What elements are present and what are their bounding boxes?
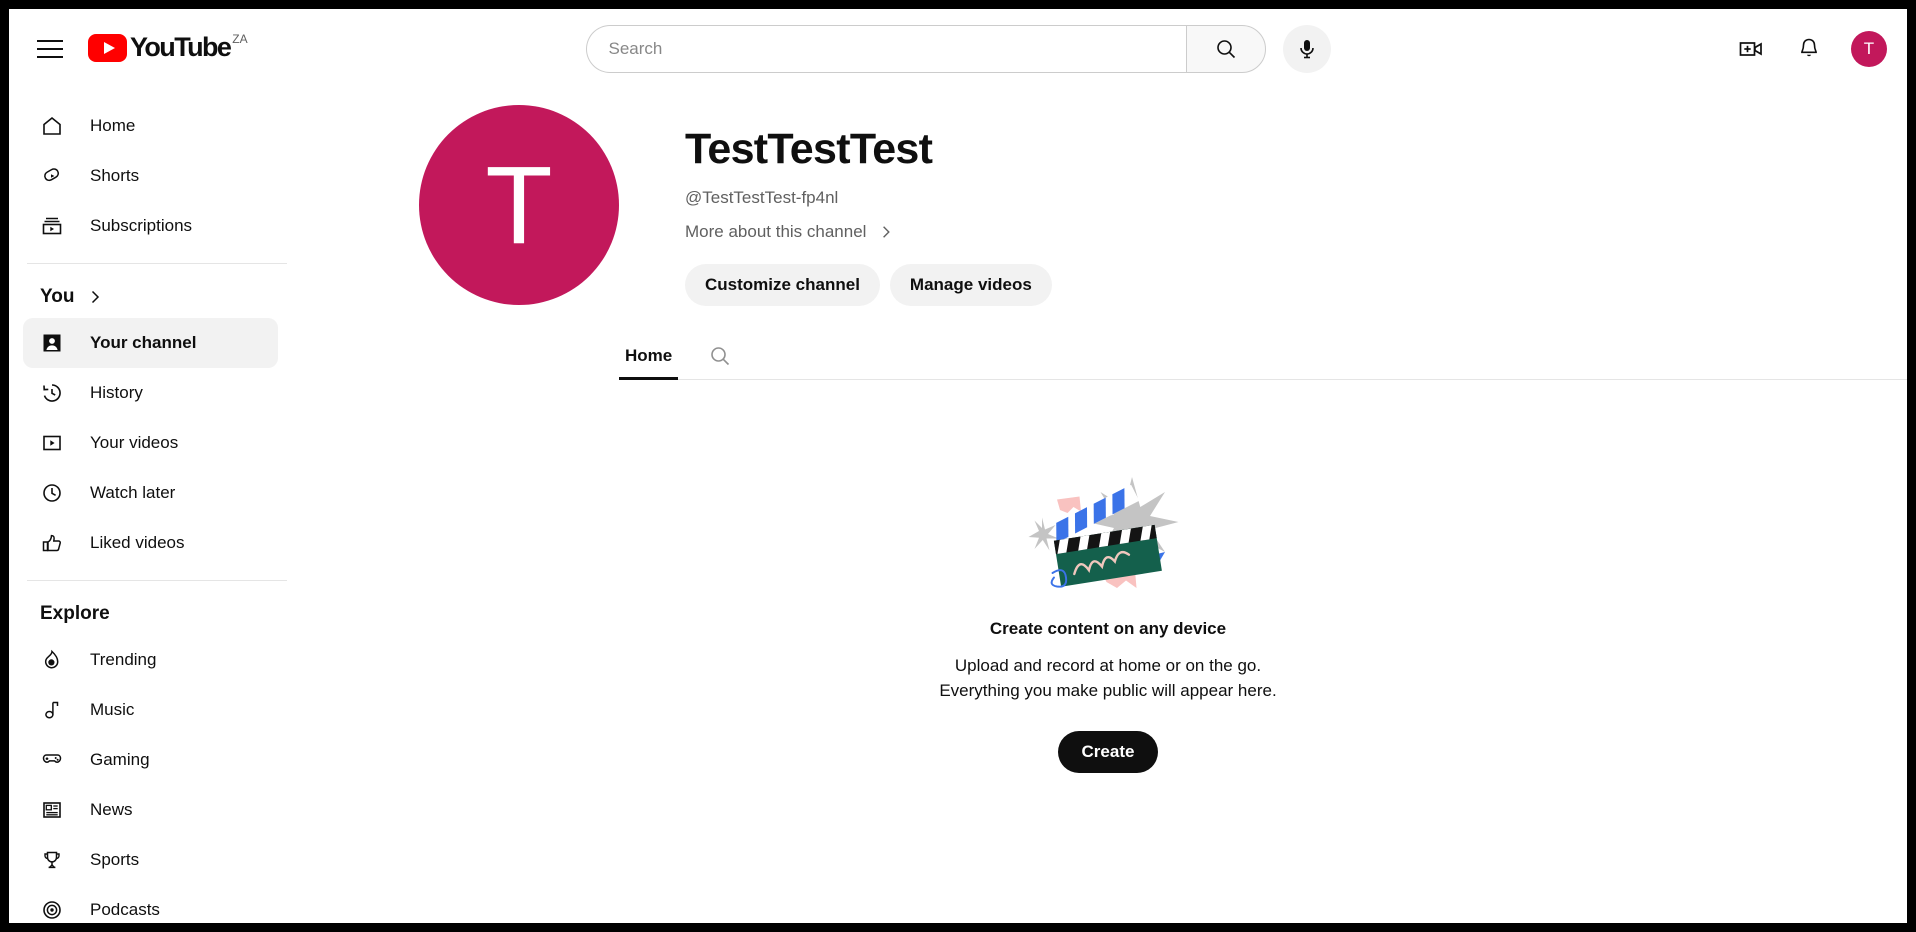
search-icon bbox=[1216, 40, 1235, 59]
channel-handle: @TestTestTest-fp4nl bbox=[685, 188, 839, 207]
microphone-icon bbox=[1299, 40, 1314, 59]
search-form: Search bbox=[585, 25, 1266, 73]
sidebar-item-shorts[interactable]: Shorts bbox=[23, 151, 278, 201]
sidebar-item-watch-later[interactable]: Watch later bbox=[23, 468, 278, 518]
sidebar-item-your-channel[interactable]: Your channel bbox=[23, 318, 278, 368]
sidebar-item-subscriptions[interactable]: Subscriptions bbox=[23, 201, 278, 251]
sidebar-item-sports[interactable]: Sports bbox=[23, 835, 278, 885]
empty-state: Create content on any device Upload and … bbox=[309, 468, 1907, 773]
sidebar-item-label: Liked videos bbox=[90, 533, 185, 552]
sidebar-item-label: Your videos bbox=[90, 433, 179, 452]
empty-state-title: Create content on any device bbox=[989, 619, 1227, 638]
masthead-right: T bbox=[1577, 25, 1907, 73]
tab-search-button[interactable] bbox=[700, 332, 740, 380]
gamepad-icon bbox=[40, 748, 64, 772]
thumbs-up-icon bbox=[40, 531, 64, 555]
masthead-center: Search bbox=[339, 25, 1577, 73]
sidebar-divider-1 bbox=[27, 263, 287, 264]
channel-avatar[interactable]: T bbox=[419, 105, 619, 305]
sidebar-item-label: Trending bbox=[90, 650, 157, 669]
sidebar-item-your-videos[interactable]: Your videos bbox=[23, 418, 278, 468]
subscriptions-icon bbox=[40, 214, 64, 238]
sidebar-section-label: You bbox=[40, 286, 75, 307]
more-about-channel-link[interactable]: More about this channel bbox=[685, 222, 1052, 242]
shorts-icon bbox=[40, 164, 64, 188]
manage-videos-button[interactable]: Manage videos bbox=[889, 264, 1052, 306]
clapperboard-illustration bbox=[1028, 477, 1179, 588]
youtube-country-code: ZA bbox=[232, 32, 248, 46]
sidebar-item-label: News bbox=[90, 800, 133, 819]
search-button[interactable] bbox=[1185, 25, 1266, 73]
bell-icon bbox=[1801, 38, 1817, 57]
sidebar-item-news[interactable]: News bbox=[23, 785, 278, 835]
sidebar-item-label: Gaming bbox=[90, 750, 150, 769]
page-viewport: YouTube ZA Search T Home Shorts Subscrip… bbox=[9, 9, 1907, 923]
channel-header: T TestTestTest @TestTestTest-fp4nl More … bbox=[309, 89, 1907, 306]
sidebar-item-label: Podcasts bbox=[90, 900, 160, 919]
music-note-icon bbox=[40, 698, 64, 722]
sidebar-item-label: Shorts bbox=[90, 166, 140, 185]
account-avatar[interactable]: T bbox=[1851, 31, 1887, 67]
create-content-button[interactable]: Create bbox=[1057, 731, 1159, 773]
empty-state-line-1: Upload and record at home or on the go. bbox=[954, 656, 1262, 675]
main-content: T TestTestTest @TestTestTest-fp4nl More … bbox=[309, 89, 1907, 923]
sidebar-divider-2 bbox=[27, 580, 287, 581]
sidebar-item-label: Music bbox=[90, 700, 135, 719]
search-icon bbox=[711, 346, 730, 365]
masthead-left: YouTube ZA bbox=[9, 25, 339, 73]
sidebar-item-label: Sports bbox=[90, 850, 140, 869]
sidebar-item-label: Watch later bbox=[90, 483, 176, 502]
hamburger-menu-icon bbox=[37, 40, 63, 58]
youtube-logo[interactable]: YouTube ZA bbox=[88, 32, 248, 66]
history-icon bbox=[40, 381, 64, 405]
channel-name: TestTestTest bbox=[685, 125, 933, 173]
trending-flame-icon bbox=[40, 648, 64, 672]
sidebar-section-label: Explore bbox=[40, 603, 110, 624]
create-button[interactable] bbox=[1727, 25, 1775, 73]
channel-avatar-letter: T bbox=[485, 143, 553, 267]
sidebar-item-music[interactable]: Music bbox=[23, 685, 278, 735]
sidebar-item-trending[interactable]: Trending bbox=[23, 635, 278, 685]
sidebar-navigation: Home Shorts Subscriptions You Your chann… bbox=[9, 89, 309, 923]
sidebar-item-label: Subscriptions bbox=[90, 216, 193, 235]
create-video-icon bbox=[1739, 42, 1762, 56]
sidebar-item-liked-videos[interactable]: Liked videos bbox=[23, 518, 278, 568]
sidebar-item-label: Your channel bbox=[90, 333, 197, 352]
search-placeholder-text: Search bbox=[608, 39, 663, 58]
sidebar-item-label: Home bbox=[90, 116, 136, 135]
sidebar-item-home[interactable]: Home bbox=[23, 101, 278, 151]
tab-home[interactable]: Home bbox=[619, 332, 679, 380]
podcast-icon bbox=[40, 898, 64, 922]
news-icon bbox=[40, 798, 64, 822]
account-avatar-letter: T bbox=[1863, 39, 1875, 58]
notifications-button[interactable] bbox=[1785, 25, 1833, 73]
sidebar-item-podcasts[interactable]: Podcasts bbox=[23, 885, 278, 923]
chevron-right-icon bbox=[878, 224, 894, 240]
voice-search-button[interactable] bbox=[1282, 25, 1331, 73]
youtube-logo-text: YouTube bbox=[130, 32, 232, 62]
trophy-icon bbox=[40, 848, 64, 872]
sidebar-section-you[interactable]: You bbox=[23, 276, 309, 318]
guide-toggle-button[interactable] bbox=[26, 25, 74, 73]
more-about-channel-label: More about this channel bbox=[685, 222, 867, 241]
clock-icon bbox=[40, 481, 64, 505]
channel-action-buttons: Customize channel Manage videos bbox=[685, 264, 1052, 306]
customize-channel-button[interactable]: Customize channel bbox=[685, 264, 880, 306]
your-videos-icon bbox=[40, 431, 64, 455]
masthead-header: YouTube ZA Search T bbox=[9, 9, 1907, 89]
channel-meta: TestTestTest @TestTestTest-fp4nl More ab… bbox=[685, 105, 1052, 306]
search-input[interactable]: Search bbox=[585, 25, 1186, 73]
channel-tabs: Home bbox=[619, 332, 1907, 380]
chevron-right-icon bbox=[86, 288, 104, 306]
empty-state-description: Upload and record at home or on the go. … bbox=[939, 653, 1276, 703]
person-icon bbox=[40, 331, 64, 355]
browser-frame: YouTube ZA Search T Home Shorts Subscrip… bbox=[0, 0, 1916, 932]
empty-state-line-2: Everything you make public will appear h… bbox=[939, 681, 1277, 700]
youtube-play-icon bbox=[88, 34, 127, 62]
sidebar-item-history[interactable]: History bbox=[23, 368, 278, 418]
home-icon bbox=[40, 114, 64, 138]
sidebar-section-explore: Explore bbox=[23, 593, 309, 635]
sidebar-item-gaming[interactable]: Gaming bbox=[23, 735, 278, 785]
sidebar-item-label: History bbox=[90, 383, 143, 402]
